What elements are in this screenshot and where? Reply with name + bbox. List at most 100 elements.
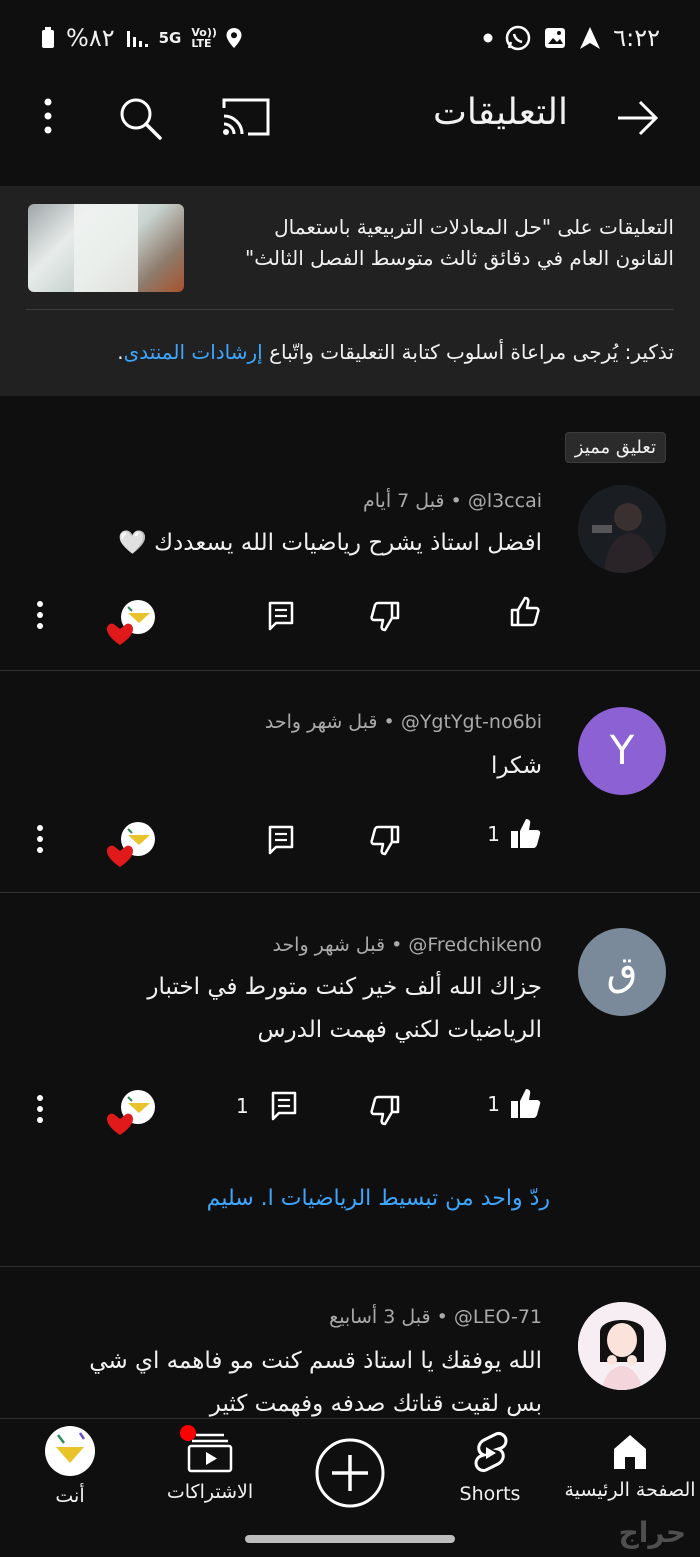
comment-more-button[interactable] [30, 1093, 50, 1125]
more-vertical-icon [37, 825, 43, 853]
creator-heart-icon [107, 600, 155, 645]
status-right: ٦:٢٢ [483, 24, 660, 52]
volte-indicator: Vo)) LTE [191, 26, 217, 50]
dislike-button[interactable] [368, 599, 402, 633]
back-button[interactable] [616, 98, 660, 138]
notification-dot [180, 1425, 196, 1441]
video-title: التعليقات على "حل المعادلات التربيعية با… [245, 215, 674, 270]
more-options-button[interactable] [30, 94, 66, 138]
comment-meta: @l3ccai • قبل 7 أيام [363, 490, 542, 512]
avatar-drawing-icon [578, 1302, 666, 1390]
comment-author[interactable]: @l3ccai [468, 490, 542, 512]
cast-button[interactable] [220, 96, 272, 138]
comment-meta: @YgtYgt-no6bi • قبل شهر واحد [264, 711, 542, 733]
signal-icon [126, 31, 148, 47]
create-button[interactable] [314, 1437, 386, 1509]
gesture-home-bar[interactable] [245, 1535, 455, 1543]
comment-author[interactable]: @Fredchiken0 [408, 934, 542, 956]
creator-heart [106, 1089, 158, 1135]
comment-divider [0, 892, 700, 893]
comment-actions [0, 595, 700, 645]
dislike-button[interactable] [368, 1093, 402, 1127]
comment-divider [0, 670, 700, 671]
avatar[interactable]: ق [578, 928, 666, 1016]
subscriptions-icon-wrap [180, 1425, 234, 1473]
more-vertical-icon [37, 601, 43, 629]
avatar[interactable]: Y [578, 707, 666, 795]
navigation-arrow-icon [580, 27, 601, 49]
comment-meta: @LEO-71 • قبل 3 أسابيع [329, 1306, 542, 1328]
arrow-right-icon [618, 100, 659, 136]
search-button[interactable] [116, 94, 164, 142]
video-info-card: التعليقات على "حل المعادلات التربيعية با… [0, 186, 700, 396]
reply-button[interactable]: 1 [236, 1091, 297, 1121]
like-button[interactable]: 1 [487, 817, 542, 851]
comment-time: قبل شهر واحد [272, 934, 386, 956]
pinned-comment-badge: تعليق مميز [564, 432, 666, 463]
more-vertical-icon [37, 1095, 43, 1123]
clock: ٦:٢٢ [613, 24, 660, 52]
video-thumbnail[interactable] [28, 204, 184, 292]
comment-author[interactable]: @LEO-71 [454, 1306, 542, 1328]
status-bar: %٨٢ 5G Vo)) LTE ٦:٢٢ [0, 0, 700, 80]
gallery-icon [545, 28, 566, 48]
dislike-button[interactable] [368, 823, 402, 857]
nav-home[interactable]: الصفحة الرئيسية [560, 1431, 700, 1501]
nav-shorts[interactable]: Shorts [420, 1431, 560, 1505]
thumbs-up-outline-icon [510, 596, 540, 627]
comment-author[interactable]: @YgtYgt-no6bi [401, 711, 542, 733]
home-icon [614, 1435, 646, 1469]
comment-text: جزاك الله ألف خير كنت متورط في اختبار ال… [147, 974, 542, 1043]
creator-heart [106, 599, 158, 645]
status-left: %٨٢ 5G Vo)) LTE [40, 24, 243, 52]
thumbs-up-filled-icon [511, 1089, 541, 1118]
view-replies-link[interactable]: ردّ واحد من تبسيط الرياضيات ا. سليم [207, 1186, 550, 1211]
thumbs-down-outline-icon [370, 601, 400, 632]
comment-actions: 1 1 [0, 1085, 700, 1135]
nav-you[interactable]: أنت [0, 1426, 140, 1507]
search-icon [120, 98, 162, 140]
comment-item: @LEO-71 • قبل 3 أسابيع الله يوفقك يا است… [0, 1300, 700, 1418]
creator-heart [106, 821, 158, 867]
avatar-photo-icon [578, 485, 666, 573]
nav-subscriptions-label: الاشتراكات [166, 1481, 254, 1503]
comment-more-button[interactable] [30, 599, 50, 631]
like-button[interactable] [500, 595, 542, 629]
comment-divider [0, 1266, 700, 1267]
avatar-letter: ق [606, 949, 638, 995]
watermark: حراج [618, 1516, 686, 1549]
nav-subscriptions[interactable]: الاشتراكات [140, 1425, 280, 1503]
avatar[interactable] [578, 1302, 666, 1390]
comment-more-button[interactable] [30, 823, 50, 855]
comment-text: شكرا [490, 753, 542, 779]
reply-comment-icon [268, 601, 294, 631]
thumbs-down-outline-icon [370, 825, 400, 856]
add-circle-icon [315, 1438, 385, 1508]
nav-shorts-label: Shorts [459, 1483, 521, 1505]
thumbs-up-filled-icon [511, 819, 541, 848]
avatar[interactable] [578, 485, 666, 573]
like-count: 1 [487, 822, 500, 846]
comment-guidelines-reminder: تذكير: يُرجى مراعاة أسلوب كتابة التعليقا… [117, 340, 674, 364]
shorts-icon [474, 1432, 508, 1472]
like-button[interactable]: 1 [487, 1087, 542, 1121]
comment-actions: 1 [0, 815, 700, 867]
more-vertical-icon [44, 98, 52, 134]
reply-count: 1 [236, 1094, 249, 1118]
comment-text: افضل استاذ يشرح رياضيات الله يسعددك 🤍 [118, 530, 542, 556]
thumbnail-paper [74, 204, 138, 292]
location-icon [226, 28, 242, 48]
like-count: 1 [487, 1092, 500, 1116]
profile-avatar-icon [45, 1426, 95, 1476]
reply-button[interactable] [268, 601, 294, 631]
community-guidelines-link[interactable]: إرشادات المنتدى [124, 340, 263, 364]
reminder-text: تذكير: يُرجى مراعاة أسلوب كتابة التعليقا… [269, 340, 674, 364]
battery-level: %٨٢ [66, 24, 115, 52]
nav-you-label: أنت [55, 1485, 85, 1507]
comment-time: قبل 3 أسابيع [329, 1306, 431, 1328]
nav-home-label: الصفحة الرئيسية [564, 1479, 696, 1501]
network-type: 5G [158, 29, 182, 47]
reply-comment-icon [271, 1091, 296, 1121]
battery-icon [42, 27, 54, 48]
reply-button[interactable] [268, 825, 294, 855]
